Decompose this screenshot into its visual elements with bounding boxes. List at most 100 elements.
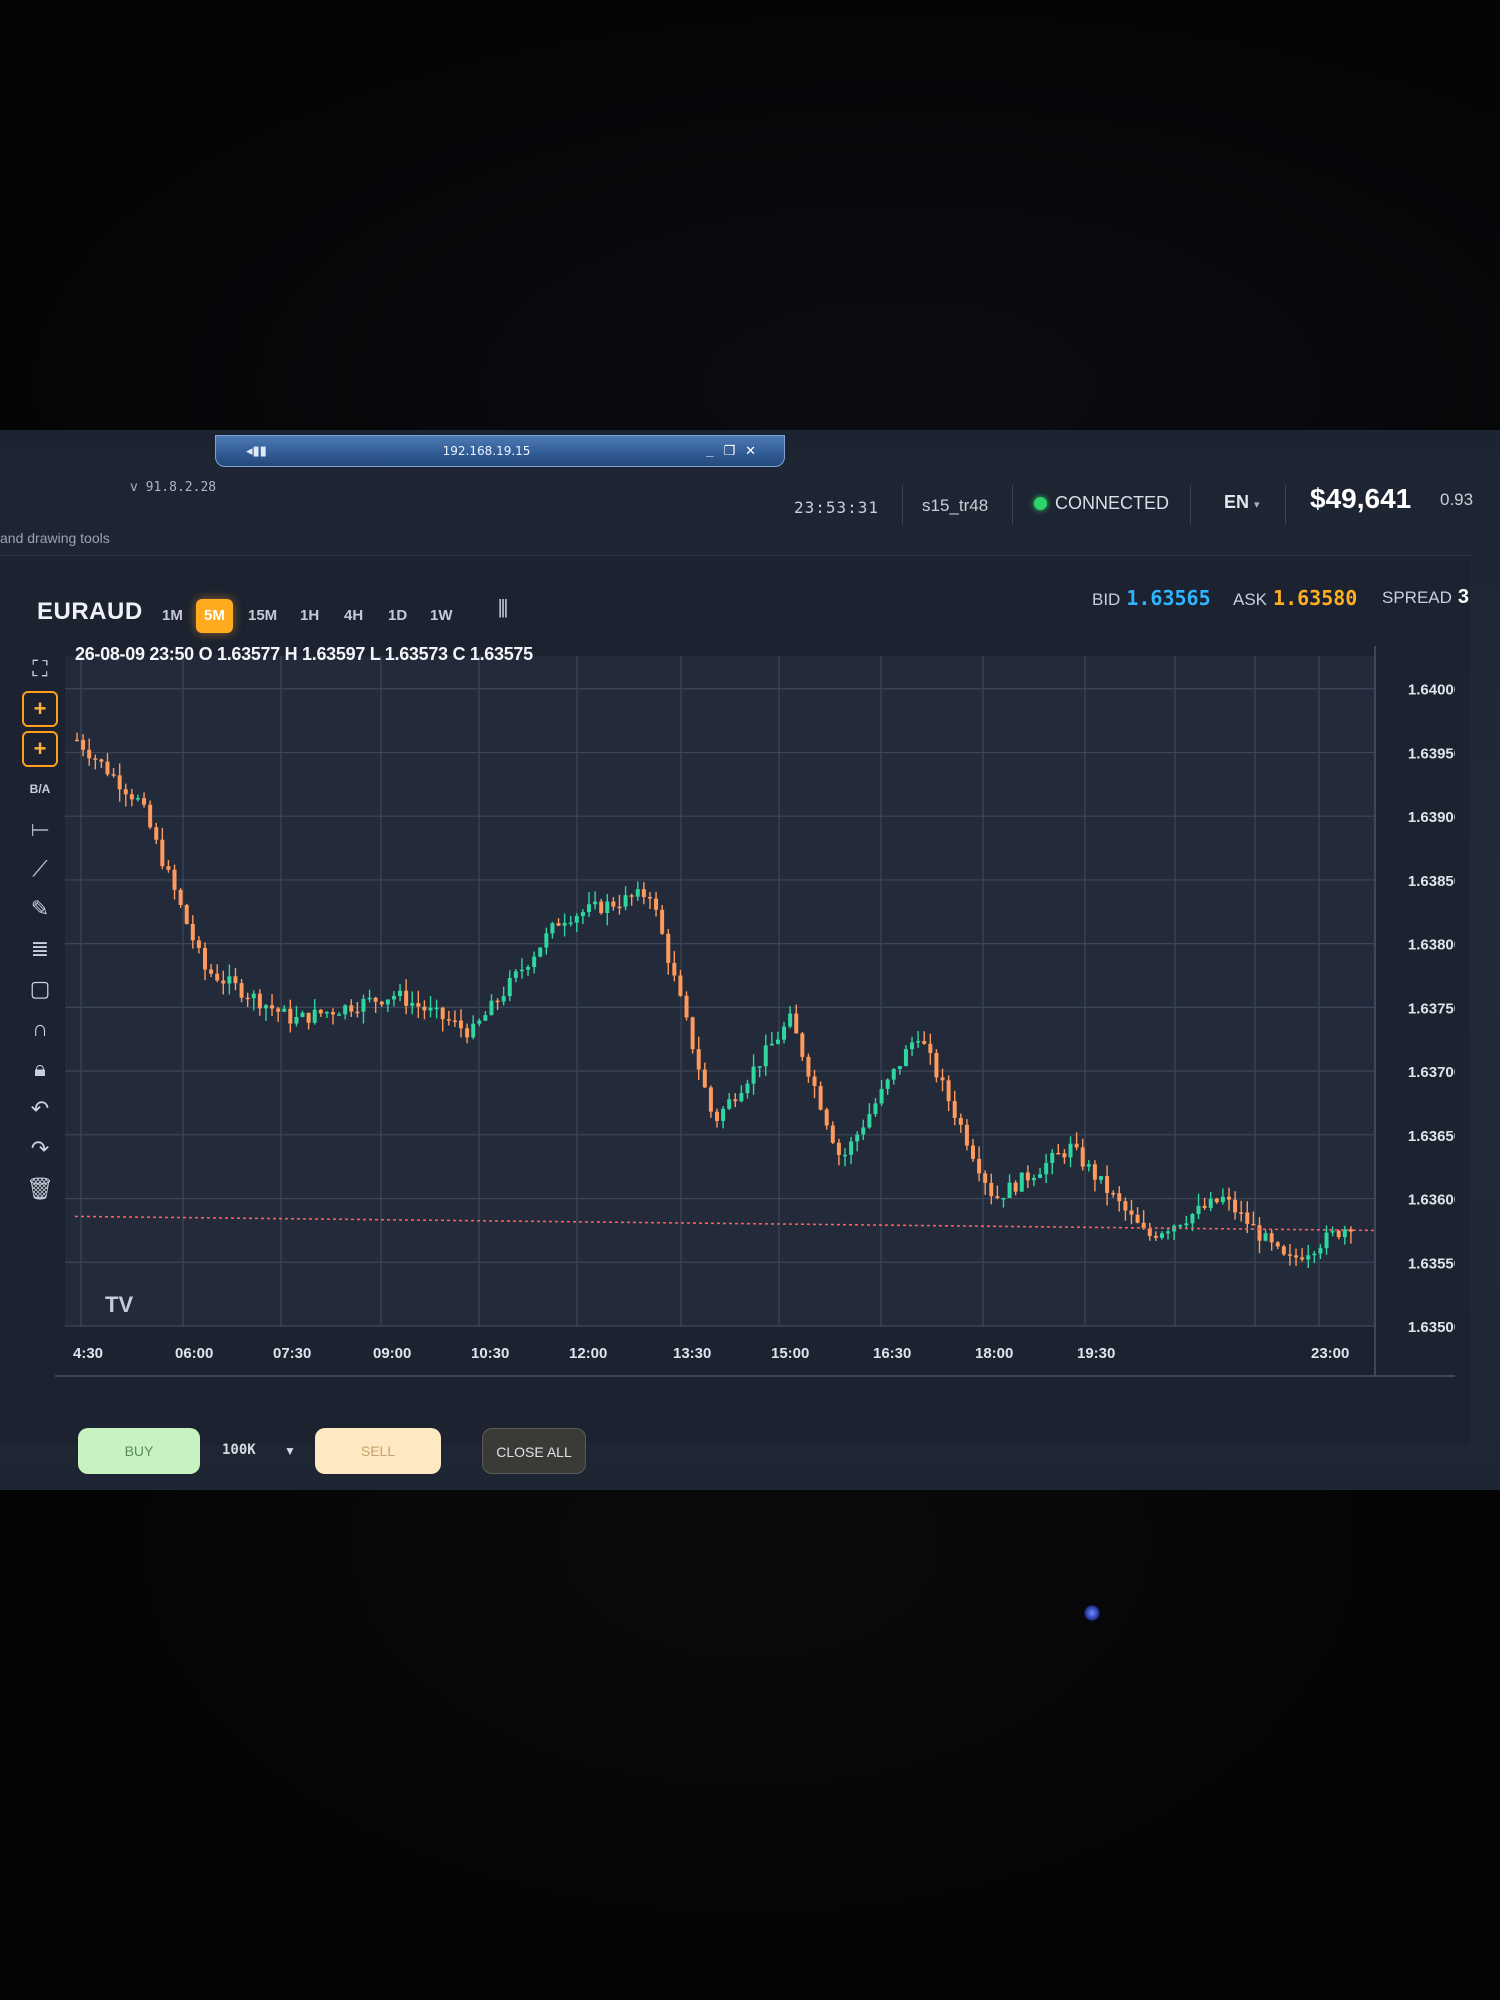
fullscreen-icon[interactable]: ⛶: [22, 651, 58, 687]
tab-timeframe-1w[interactable]: 1W: [422, 599, 461, 633]
candle-body: [1294, 1255, 1299, 1258]
candle-body: [1123, 1201, 1128, 1211]
candle-body: [1287, 1254, 1292, 1256]
price-chart[interactable]: 1.64000 1.63950 1.63900 1.63850 1.63800 1.637…: [55, 644, 1455, 1406]
bid-ask-toggle[interactable]: B/A: [22, 771, 58, 807]
candlestick-type-icon[interactable]: ⫴: [498, 596, 508, 624]
candle-body: [574, 916, 579, 923]
candle-body: [952, 1101, 957, 1118]
undo-icon[interactable]: ↶: [22, 1091, 58, 1127]
candle-body: [190, 923, 195, 941]
candle-body: [1159, 1233, 1164, 1238]
candle-body: [519, 969, 524, 972]
order-bar: BUY 100K ▼ SELL CLOSE ALL: [0, 1418, 1470, 1488]
candle-body: [983, 1173, 988, 1183]
tab-timeframe-1h[interactable]: 1H: [292, 599, 327, 633]
candle-body: [1184, 1223, 1189, 1226]
candle-body: [404, 990, 409, 1006]
pencil-icon[interactable]: ✎: [22, 891, 58, 927]
candle-body: [1044, 1162, 1049, 1175]
tab-timeframe-5m[interactable]: 5M: [196, 599, 233, 633]
trash-icon[interactable]: 🗑︎: [22, 1171, 58, 1207]
x-tick-label: 15:00: [771, 1345, 809, 1362]
candle-body: [1330, 1230, 1335, 1233]
horizontal-line-icon[interactable]: ⟝: [22, 811, 58, 847]
candle-body: [1105, 1176, 1110, 1193]
margin-ratio: 0.93: [1440, 490, 1474, 509]
crosshair-icon[interactable]: +: [22, 691, 58, 727]
candle-body: [117, 775, 122, 790]
candle-body: [1318, 1248, 1323, 1254]
symbol-name[interactable]: EURAUD: [37, 598, 143, 626]
trend-line-icon[interactable]: ⟋: [22, 851, 58, 887]
crosshair-add-icon[interactable]: +: [22, 731, 58, 767]
tab-timeframe-1m[interactable]: 1M: [154, 599, 191, 633]
spread-quote: SPREAD 3: [1382, 586, 1469, 609]
candle-body: [733, 1099, 738, 1102]
y-tick-label: 1.63650: [1408, 1128, 1455, 1145]
candle-body: [562, 922, 567, 926]
close-all-button[interactable]: CLOSE ALL: [482, 1428, 586, 1474]
candle-body: [312, 1009, 317, 1023]
candle-body: [903, 1049, 908, 1067]
candle-body: [666, 933, 671, 963]
candle-body: [178, 889, 183, 905]
tab-timeframe-15m[interactable]: 15M: [240, 599, 285, 633]
x-tick-label: 09:00: [373, 1345, 411, 1362]
candle-body: [385, 999, 390, 1005]
x-tick-label: 23:00: [1311, 1345, 1349, 1362]
sell-button[interactable]: SELL: [315, 1428, 441, 1474]
candle-body: [964, 1124, 969, 1146]
candle-body: [416, 1003, 421, 1007]
quantity-select[interactable]: 100K: [222, 1442, 256, 1458]
candle-body: [337, 1014, 342, 1016]
candle-body: [440, 1007, 445, 1020]
rectangle-icon[interactable]: ▢: [22, 971, 58, 1007]
candle-body: [1092, 1164, 1097, 1180]
candle-body: [861, 1127, 866, 1135]
candle-body: [111, 774, 116, 776]
chevron-down-icon[interactable]: ▼: [284, 1444, 296, 1458]
candle-body: [1153, 1235, 1158, 1238]
candle-body: [660, 909, 665, 934]
candle-body: [745, 1083, 750, 1094]
candle-body: [587, 904, 591, 913]
candle-body: [971, 1145, 975, 1159]
trading-panel: EURAUD 1M 5M 15M 1H 4H 1D 1W ⫴ BID 1.6356…: [0, 555, 1470, 1474]
candle-body: [324, 1011, 329, 1014]
candle-body: [526, 966, 531, 970]
redo-icon[interactable]: ↷: [22, 1131, 58, 1167]
candle-body: [885, 1079, 890, 1089]
background-dark-room: [0, 0, 1500, 430]
y-tick-label: 1.63950: [1408, 745, 1455, 762]
y-tick-label: 1.63750: [1408, 1000, 1455, 1017]
candle-body: [477, 1020, 482, 1024]
candle-body: [757, 1066, 762, 1068]
candle-body: [471, 1023, 476, 1038]
restore-icon[interactable]: ❐: [723, 443, 735, 459]
language-select[interactable]: EN ▾: [1224, 492, 1260, 513]
lock-icon[interactable]: 🔒︎: [22, 1051, 58, 1087]
connection-status: CONNECTED: [1034, 493, 1169, 514]
candle-body: [276, 1008, 281, 1012]
candle-body: [922, 1041, 927, 1044]
candle-body: [812, 1076, 817, 1087]
tab-timeframe-1d[interactable]: 1D: [380, 599, 415, 633]
close-icon[interactable]: ✕: [745, 443, 756, 459]
tradingview-watermark: TV: [105, 1292, 133, 1317]
candle-body: [489, 1000, 494, 1016]
remote-desktop-bar[interactable]: ◂▮▮ 192.168.19.15 _ ❐ ✕: [215, 435, 785, 467]
minimize-icon[interactable]: _: [706, 443, 713, 459]
candle-body: [593, 901, 598, 905]
fib-levels-icon[interactable]: ≣: [22, 931, 58, 967]
candle-body: [495, 1000, 500, 1003]
candle-body: [995, 1196, 1000, 1199]
candle-body: [263, 1005, 268, 1009]
candle-body: [1336, 1230, 1341, 1238]
candle-body: [251, 993, 256, 999]
magnet-icon[interactable]: ∩: [22, 1011, 58, 1047]
chart-canvas[interactable]: 1.64000 1.63950 1.63900 1.63850 1.63800 1.637…: [55, 646, 1455, 1406]
candle-body: [483, 1015, 488, 1021]
tab-timeframe-4h[interactable]: 4H: [336, 599, 371, 633]
buy-button[interactable]: BUY: [78, 1428, 200, 1474]
